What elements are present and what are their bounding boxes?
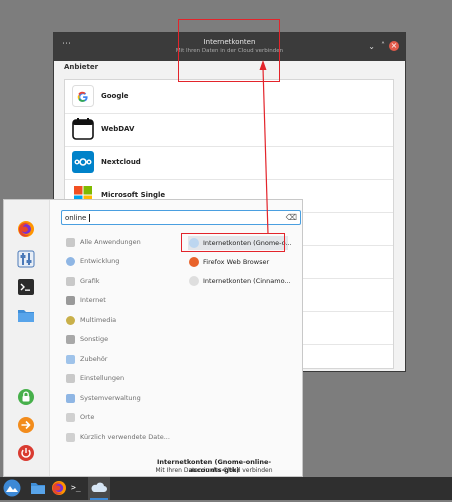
taskbar: >_ (0, 477, 452, 500)
firefox-icon[interactable] (51, 480, 67, 496)
annotation-arrow (259, 60, 269, 235)
online-accounts-task[interactable] (88, 477, 110, 500)
folder-icon[interactable] (30, 480, 46, 496)
terminal-icon[interactable]: >_ (71, 480, 87, 496)
menu-launcher-icon[interactable] (3, 479, 21, 497)
